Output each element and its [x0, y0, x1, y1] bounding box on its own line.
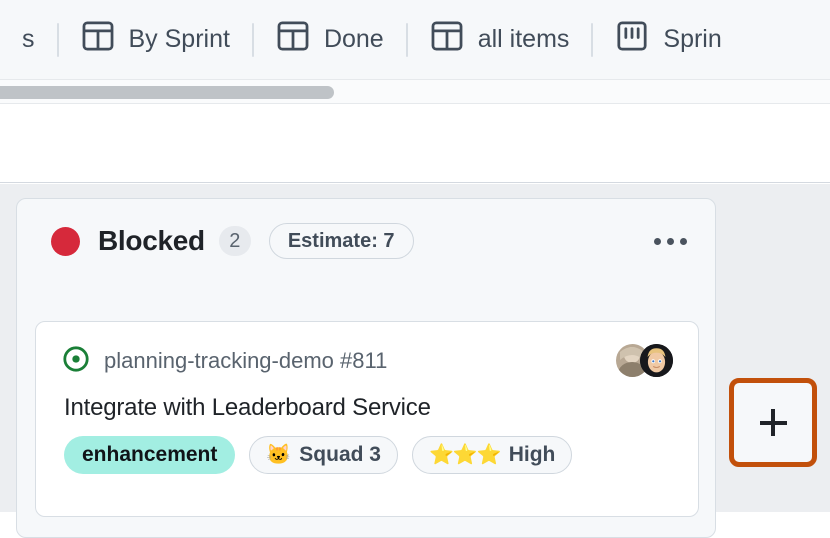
card-field-team-label: Squad 3 — [299, 443, 381, 466]
card-title: Integrate with Leaderboard Service — [64, 394, 431, 421]
status-dot-icon — [51, 226, 80, 256]
view-tab-sprint-board[interactable]: Sprin — [593, 0, 743, 79]
card-header: planning-tracking-demo #811 — [36, 322, 698, 378]
board-column-blocked: Blocked 2 Estimate: 7 planning-tracking-… — [16, 198, 716, 538]
column-item-count: 2 — [218, 226, 251, 256]
kebab-dot — [680, 237, 687, 245]
view-tab-label: s — [22, 25, 35, 53]
kebab-dot — [654, 237, 661, 245]
view-tab-by-sprint[interactable]: By Sprint — [59, 0, 252, 79]
view-tab-done[interactable]: Done — [254, 0, 406, 79]
card-field-team[interactable]: 🐱 Squad 3 — [249, 436, 398, 474]
add-column-button[interactable] — [731, 380, 815, 465]
view-tabs-bar: s By Sprint Done all items Sprin — [0, 0, 830, 79]
card-repo-reference: planning-tracking-demo #811 — [104, 348, 388, 373]
horizontal-scrollbar-thumb[interactable] — [0, 86, 334, 99]
table-icon — [276, 19, 310, 60]
avatar[interactable] — [640, 344, 673, 377]
column-header: Blocked 2 Estimate: 7 — [17, 199, 715, 283]
kebab-dot — [667, 237, 674, 245]
view-tab-label: By Sprint — [128, 25, 230, 53]
view-tab-label: Done — [323, 25, 384, 53]
view-tab-label: Sprin — [663, 25, 722, 53]
card-label-enhancement[interactable]: enhancement — [64, 436, 236, 474]
board-toolbar-spacer — [0, 104, 830, 183]
project-board: Blocked 2 Estimate: 7 planning-tracking-… — [0, 184, 830, 538]
column-options-button[interactable] — [648, 230, 693, 253]
card-field-priority[interactable]: ⭐⭐⭐ High — [411, 436, 573, 474]
table-icon — [430, 19, 464, 60]
table-icon — [81, 19, 115, 60]
view-tab-all-items[interactable]: all items — [408, 0, 592, 79]
board-icon — [615, 19, 649, 60]
horizontal-scrollbar-track[interactable] — [0, 79, 830, 104]
issue-open-icon — [62, 345, 90, 378]
column-title: Blocked — [98, 225, 205, 256]
card-field-priority-label: High — [508, 443, 556, 466]
star-emoji-icon: ⭐⭐⭐ — [428, 444, 502, 466]
view-tab-truncated[interactable]: s — [0, 0, 57, 79]
cat-emoji-icon: 🐱 — [266, 444, 292, 466]
column-estimate-badge[interactable]: Estimate: 7 — [268, 223, 414, 259]
plus-icon — [771, 409, 775, 436]
view-tab-label: all items — [477, 25, 570, 53]
card-metadata-row: enhancement 🐱 Squad 3 ⭐⭐⭐ High — [36, 422, 698, 474]
card-assignee-avatars[interactable] — [616, 344, 674, 378]
board-card[interactable]: planning-tracking-demo #811 Integrate wi… — [35, 321, 699, 517]
